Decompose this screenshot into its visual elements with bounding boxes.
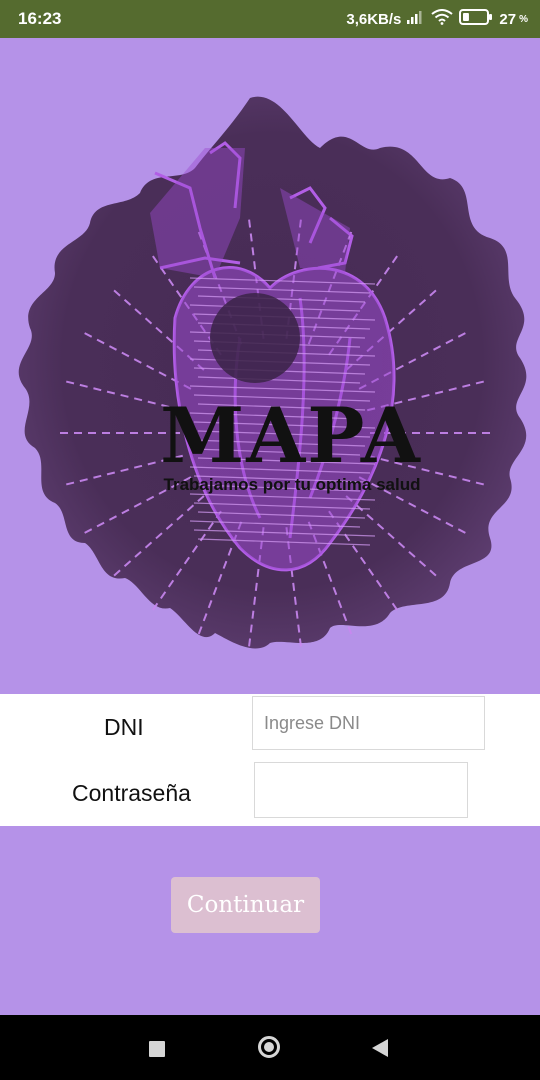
status-bar: 16:23 3,6KB/s 27 %: [0, 0, 540, 38]
password-label: Contraseña: [72, 780, 191, 806]
heart-illustration: [18, 96, 527, 652]
status-indicators: 3,6KB/s 27 %: [346, 9, 528, 29]
navigation-bar: [0, 1015, 540, 1080]
logo-title: MAPA: [160, 391, 422, 480]
dni-label: DNI: [104, 714, 144, 740]
signal-icon: [407, 10, 425, 28]
password-input[interactable]: [254, 762, 468, 818]
battery-icon: [459, 9, 493, 29]
back-icon[interactable]: [372, 1039, 388, 1057]
battery-percent-unit: %: [519, 13, 528, 25]
dni-input[interactable]: [252, 696, 485, 750]
status-time: 16:23: [18, 9, 62, 28]
continue-button[interactable]: Continuar: [171, 877, 320, 933]
hero-banner: MAPA Trabajamos por tu optima salud: [0, 38, 540, 694]
logo-tagline: Trabajamos por tu optima salud: [163, 475, 421, 494]
network-speed: 3,6KB/s: [346, 10, 402, 28]
wifi-icon: [431, 9, 454, 29]
battery-percent: 27: [499, 10, 517, 28]
recents-icon[interactable]: [149, 1041, 165, 1057]
home-icon[interactable]: [258, 1036, 280, 1058]
